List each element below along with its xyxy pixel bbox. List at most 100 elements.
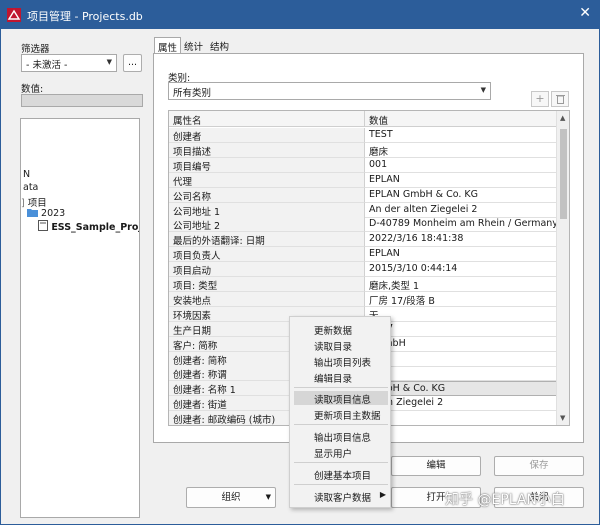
- property-value-cell[interactable]: EPLAN: [365, 247, 557, 263]
- scroll-down-icon[interactable]: ▼: [560, 414, 565, 422]
- context-menu: 更新数据 读取目录 输出项目列表 编辑目录 读取项目信息 更新项目主数据 输出项…: [289, 316, 391, 508]
- menu-separator: [294, 462, 388, 463]
- menu-item-create-basic-project[interactable]: 创建基本项目: [294, 467, 388, 482]
- vertical-scrollbar[interactable]: ▲ ▼: [556, 111, 569, 425]
- property-value-cell[interactable]: 磨床,类型 1: [365, 277, 557, 292]
- tree-node[interactable]: ] 项目: [21, 195, 47, 209]
- chevron-down-icon: ▼: [106, 58, 112, 66]
- property-name-cell: 创建者: [169, 128, 365, 143]
- property-value-cell[interactable]: [365, 352, 557, 367]
- filter-select[interactable]: - 未激活 - ▼: [21, 54, 117, 72]
- chevron-right-icon: ▶: [379, 490, 386, 499]
- menu-item-output-project-info[interactable]: 输出项目信息: [294, 429, 388, 444]
- menu-item-update-project-master-data[interactable]: 更新项目主数据: [294, 407, 388, 422]
- grid-header: 属性名 数值: [169, 111, 557, 127]
- table-row[interactable]: 最后的外语翻译: 日期 2022/3/16 18:41:38: [169, 232, 557, 248]
- project-file-icon: [38, 220, 48, 231]
- property-value-cell[interactable]: 厂房 17/段落 B: [365, 292, 557, 307]
- delete-icon[interactable]: [551, 91, 569, 107]
- property-name-cell: 公司名称: [169, 187, 365, 203]
- data-value-field: [21, 94, 143, 107]
- tree-node[interactable]: N: [23, 169, 30, 180]
- property-name-cell: 项目负责人: [169, 247, 365, 263]
- menu-item-read-customer-data[interactable]: 读取客户数据 ▶: [294, 489, 388, 504]
- property-name-cell: 项目启动: [169, 262, 365, 278]
- property-value-cell[interactable]: r GmbH: [365, 337, 557, 352]
- table-row[interactable]: 项目: 类型 磨床,类型 1: [169, 277, 557, 292]
- property-value-cell[interactable]: 2017: [365, 322, 557, 337]
- tree-line-icon: ]: [21, 198, 25, 209]
- property-value-cell[interactable]: EPLAN: [365, 173, 557, 188]
- table-row[interactable]: 项目负责人 EPLAN: [169, 247, 557, 263]
- project-management-window: 项目管理 - Projects.db ✕ 筛选器 - 未激活 - ▼ ... 数…: [0, 0, 600, 525]
- menu-item-output-project-list[interactable]: 输出项目列表: [294, 354, 388, 369]
- filter-label: 筛选器: [21, 44, 50, 55]
- property-name-cell: 公司地址 2: [169, 217, 365, 233]
- menu-item-show-users[interactable]: 显示用户: [294, 445, 388, 460]
- property-value-cell[interactable]: alten Ziegelei 2: [365, 396, 557, 412]
- property-value-cell[interactable]: 001: [365, 158, 557, 173]
- filter-value: - 未激活 -: [26, 60, 68, 71]
- edit-button[interactable]: 编辑: [391, 456, 481, 476]
- property-value-cell[interactable]: GmbH & Co. KG: [365, 381, 557, 397]
- filter-edit-button[interactable]: ...: [123, 54, 142, 72]
- property-value-cell[interactable]: TEST: [365, 128, 557, 143]
- table-row[interactable]: 项目启动 2015/3/10 0:44:14: [169, 262, 557, 278]
- property-value-cell[interactable]: An der alten Ziegelei 2: [365, 203, 557, 218]
- menu-separator: [294, 387, 388, 388]
- tab-properties[interactable]: 属性: [154, 37, 182, 54]
- menu-separator: [294, 424, 388, 425]
- scroll-up-icon[interactable]: ▲: [560, 114, 565, 122]
- title-bar: 项目管理 - Projects.db ✕: [1, 1, 599, 29]
- tree-node-project[interactable]: ESS_Sample_Project: [38, 220, 139, 233]
- property-name-cell: 安装地点: [169, 291, 365, 307]
- property-name-cell: 项目编号: [169, 157, 365, 173]
- property-value-cell[interactable]: D-40789 Monheim am Rhein / Germany: [365, 217, 557, 233]
- tab-statistics[interactable]: 统计: [181, 37, 206, 53]
- table-row[interactable]: 公司地址 1 An der alten Ziegelei 2: [169, 202, 557, 218]
- table-row[interactable]: 公司地址 2 D-40789 Monheim am Rhein / Germany: [169, 217, 557, 233]
- property-name-cell: 项目描述: [169, 142, 365, 158]
- watermark: 知乎 @EPLAN小白: [445, 492, 565, 508]
- chevron-down-icon: ▼: [480, 86, 486, 94]
- column-header-value[interactable]: 数值: [365, 111, 557, 127]
- property-value-cell[interactable]: EPLAN GmbH & Co. KG: [365, 188, 557, 203]
- table-row[interactable]: 项目编号 001: [169, 157, 557, 173]
- table-row[interactable]: 公司名称 EPLAN GmbH & Co. KG: [169, 187, 557, 203]
- tab-structure[interactable]: 结构: [207, 37, 232, 53]
- category-value: 所有类别: [173, 88, 212, 99]
- folder-icon: [27, 209, 38, 217]
- table-row[interactable]: 项目描述 磨床: [169, 142, 557, 158]
- window-title: 项目管理 - Projects.db: [27, 10, 143, 23]
- scrollbar-thumb[interactable]: [560, 129, 567, 219]
- column-header-name[interactable]: 属性名: [169, 111, 365, 127]
- menu-item-read-directory[interactable]: 读取目录: [294, 338, 388, 353]
- tree-node-year[interactable]: 2023: [27, 208, 65, 219]
- save-button[interactable]: 保存: [494, 456, 584, 476]
- property-name-cell: 最后的外语翻译: 日期: [169, 232, 365, 248]
- property-value-cell[interactable]: 2015/3/10 0:44:14: [365, 262, 557, 278]
- property-value-cell[interactable]: 2022/3/16 18:41:38: [365, 232, 557, 248]
- property-name-cell: 代理: [169, 172, 365, 188]
- close-icon[interactable]: ✕: [579, 5, 591, 21]
- table-row[interactable]: 安装地点 厂房 17/段落 B: [169, 291, 557, 307]
- menu-item-edit-directory[interactable]: 编辑目录: [294, 370, 388, 385]
- table-row[interactable]: 创建者 TEST: [169, 128, 557, 143]
- menu-item-update-data[interactable]: 更新数据: [294, 322, 388, 337]
- property-value-cell[interactable]: 无: [365, 307, 557, 322]
- menu-separator: [294, 484, 388, 485]
- property-value-cell[interactable]: [365, 366, 557, 382]
- category-select[interactable]: 所有类别 ▼: [168, 82, 491, 100]
- menu-item-read-project-info[interactable]: 读取项目信息: [294, 391, 388, 406]
- chevron-down-icon: ▼: [265, 493, 271, 501]
- property-value-cell[interactable]: [365, 411, 557, 425]
- organize-button[interactable]: 组织 ▼: [186, 487, 276, 508]
- property-name-cell: 公司地址 1: [169, 202, 365, 218]
- tree-node[interactable]: ata: [23, 182, 38, 193]
- property-value-cell[interactable]: 磨床: [365, 143, 557, 158]
- data-label: 数值:: [21, 84, 44, 95]
- add-icon[interactable]: +: [531, 91, 549, 107]
- eplan-logo-icon: [7, 8, 21, 22]
- project-tree[interactable]: N ata ] 项目 2023 ESS_Sample_Project: [20, 118, 140, 518]
- table-row[interactable]: 代理 EPLAN: [169, 172, 557, 188]
